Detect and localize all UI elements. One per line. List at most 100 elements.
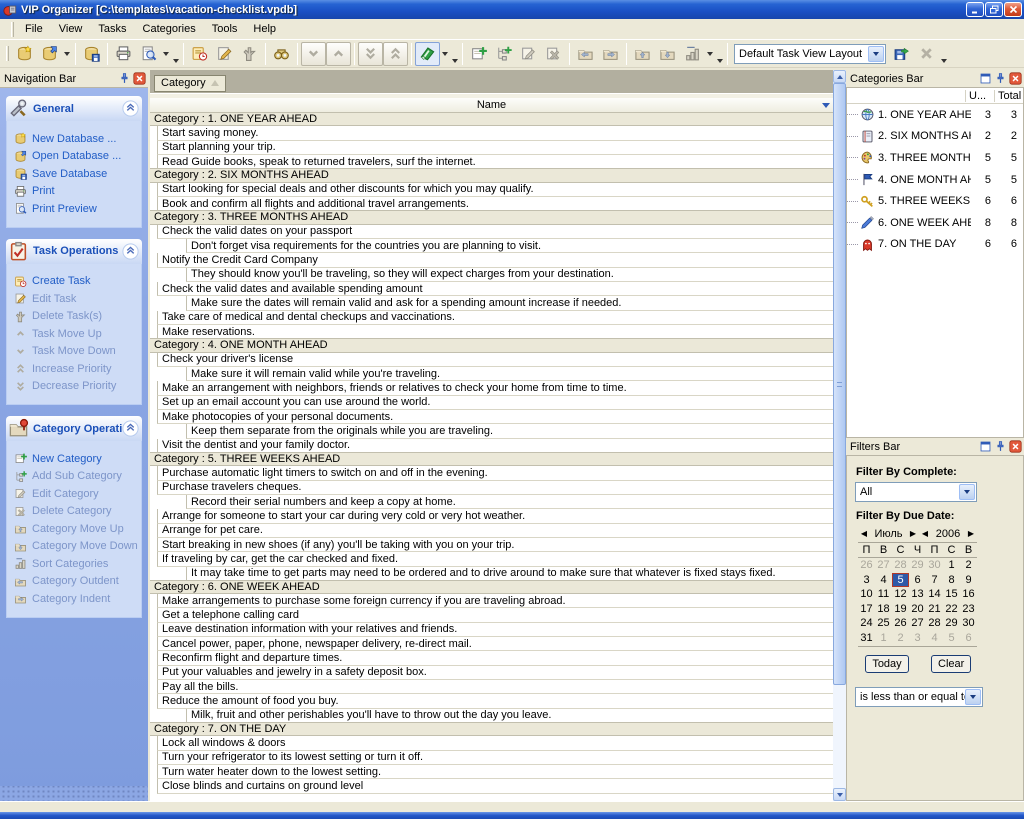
due-date-condition-select[interactable]: is less than or equal to (855, 687, 983, 707)
task-row[interactable]: Purchase automatic light timers to switc… (157, 466, 833, 480)
calendar-day[interactable]: 15 (943, 587, 960, 602)
filter-complete-select[interactable]: All (855, 482, 977, 502)
subtask-row[interactable]: They should know you'll be traveling, so… (186, 268, 833, 282)
task-row[interactable]: Reconfirm flight and departure times. (157, 651, 833, 665)
chevron-down-icon[interactable] (965, 689, 981, 705)
next-month-icon[interactable]: ▶ (907, 529, 919, 538)
calendar-day-selected[interactable]: 5 (892, 573, 909, 588)
close-icon[interactable] (1008, 72, 1022, 86)
calendar-day[interactable]: 3 (858, 573, 875, 588)
subtask-row[interactable]: It may take time to get parts may need t… (186, 567, 833, 581)
task-row[interactable]: Make reservations. (157, 325, 833, 339)
category-row[interactable]: Category : 6. ONE WEEK AHEAD (150, 580, 833, 594)
category-row[interactable]: Category : 2. SIX MONTHS AHEAD (150, 168, 833, 182)
calendar-day[interactable]: 17 (858, 602, 875, 617)
calendar-day[interactable]: 31 (858, 631, 875, 646)
calendar-day[interactable]: 5 (943, 631, 960, 646)
calendar-day[interactable]: 3 (909, 631, 926, 646)
group-by-category-button[interactable]: Category (154, 75, 226, 92)
calendar-day[interactable]: 25 (875, 616, 892, 631)
task-row[interactable]: Pay all the bills. (157, 680, 833, 694)
task-row[interactable]: Reduce the amount of food you buy. (157, 694, 833, 708)
category-row[interactable]: Category : 5. THREE WEEKS AHEAD (150, 452, 833, 466)
prev-month-icon[interactable]: ◀ (858, 529, 870, 538)
task-row[interactable]: Start saving money. (157, 126, 833, 140)
menu-tasks[interactable]: Tasks (90, 21, 134, 37)
calendar-day[interactable]: 10 (858, 587, 875, 602)
task-row[interactable]: Close blinds and curtains on ground leve… (157, 779, 833, 793)
task-row[interactable]: Book and confirm all flights and additio… (157, 197, 833, 211)
category-tree-item[interactable]: 2. SIX MONTHS AHEAD22 (847, 126, 1023, 148)
task-row[interactable]: Purchase travelers cheques. (157, 481, 833, 495)
calendar-day[interactable]: 13 (909, 587, 926, 602)
category-tree-item[interactable]: 3. THREE MONTHS AHEAD55 (847, 147, 1023, 169)
delete-task-button[interactable] (237, 42, 262, 66)
edit-task-button[interactable] (212, 42, 237, 66)
calendar-day[interactable]: 11 (875, 587, 892, 602)
unfinished-column-header[interactable]: U... (965, 90, 994, 102)
menu-tools[interactable]: Tools (204, 21, 246, 37)
chevron-down-icon[interactable] (440, 43, 450, 65)
calendar-day[interactable]: 24 (858, 616, 875, 631)
minimize-button[interactable] (966, 2, 984, 17)
chevron-down-icon[interactable] (161, 43, 171, 65)
print-button[interactable] (111, 42, 136, 66)
category-tree-item[interactable]: 4. ONE MONTH AHEAD55 (847, 169, 1023, 191)
chevron-down-icon[interactable] (705, 43, 715, 65)
nav-item-create-task[interactable]: Create Task (14, 273, 139, 291)
nav-item-print-preview[interactable]: Print Preview (14, 200, 139, 218)
add-sub-category-button[interactable] (491, 42, 516, 66)
category-tree-item[interactable]: 6. ONE WEEK AHEAD88 (847, 212, 1023, 234)
chevron-collapse-icon[interactable] (122, 100, 139, 117)
task-row[interactable]: Read Guide books, speak to returned trav… (157, 155, 833, 169)
calendar-day[interactable]: 16 (960, 587, 977, 602)
calendar-day[interactable]: 14 (926, 587, 943, 602)
calendar-day[interactable]: 28 (892, 558, 909, 573)
open-database-button[interactable] (37, 42, 62, 66)
next-year-icon[interactable]: ▶ (965, 529, 977, 538)
calendar-day[interactable]: 6 (909, 573, 926, 588)
subtask-row[interactable]: Make sure the dates will remain valid an… (186, 296, 833, 310)
scrollbar-thumb[interactable] (833, 83, 846, 685)
task-row[interactable]: Leave destination information with your … (157, 623, 833, 637)
chevron-down-icon[interactable] (868, 46, 884, 62)
prev-year-icon[interactable]: ◀ (919, 529, 931, 538)
calendar-day[interactable]: 20 (909, 602, 926, 617)
calendar-day[interactable]: 23 (960, 602, 977, 617)
task-row[interactable]: Cancel power, paper, phone, newspaper de… (157, 637, 833, 651)
chevron-down-icon[interactable] (62, 43, 72, 65)
task-row[interactable]: Turn water heater down to the lowest set… (157, 765, 833, 779)
task-row[interactable]: Check the valid dates on your passport (157, 225, 833, 239)
close-button[interactable] (1004, 2, 1022, 17)
category-outdent-button[interactable] (573, 42, 598, 66)
calendar-month[interactable]: Июль (870, 528, 907, 540)
task-row[interactable]: Start looking for special deals and othe… (157, 183, 833, 197)
save-database-button[interactable] (79, 42, 104, 66)
category-move-up-button[interactable] (630, 42, 655, 66)
task-row[interactable]: Arrange for pet care. (157, 524, 833, 538)
category-indent-button[interactable] (598, 42, 623, 66)
pin-icon[interactable] (993, 72, 1007, 86)
nav-item-new-database[interactable]: New Database ... (14, 130, 139, 148)
category-row[interactable]: Category : 1. ONE YEAR AHEAD (150, 113, 833, 126)
task-row[interactable]: Start breaking in new shoes (if any) you… (157, 538, 833, 552)
calendar-day[interactable]: 19 (892, 602, 909, 617)
task-row[interactable]: Arrange for someone to start your car du… (157, 509, 833, 523)
find-task-button[interactable] (269, 42, 294, 66)
calendar-day[interactable]: 27 (875, 558, 892, 573)
task-row[interactable]: Get a telephone calling card (157, 608, 833, 622)
calendar-day[interactable]: 26 (858, 558, 875, 573)
calendar-day[interactable]: 29 (943, 616, 960, 631)
name-column-header[interactable]: Name (150, 98, 833, 113)
calendar-day[interactable]: 28 (926, 616, 943, 631)
pin-icon[interactable] (993, 440, 1007, 454)
column-filter-icon[interactable] (819, 99, 832, 112)
task-row[interactable]: Take care of medical and dental checkups… (157, 311, 833, 325)
task-row[interactable]: Set up an email account you can use arou… (157, 396, 833, 410)
calendar-day[interactable]: 30 (926, 558, 943, 573)
calendar-day[interactable]: 2 (960, 558, 977, 573)
calendar-day[interactable]: 12 (892, 587, 909, 602)
chevron-collapse-icon[interactable] (122, 243, 139, 260)
calendar-day[interactable]: 9 (960, 573, 977, 588)
subtask-row[interactable]: Keep them separate from the originals wh… (186, 424, 833, 438)
